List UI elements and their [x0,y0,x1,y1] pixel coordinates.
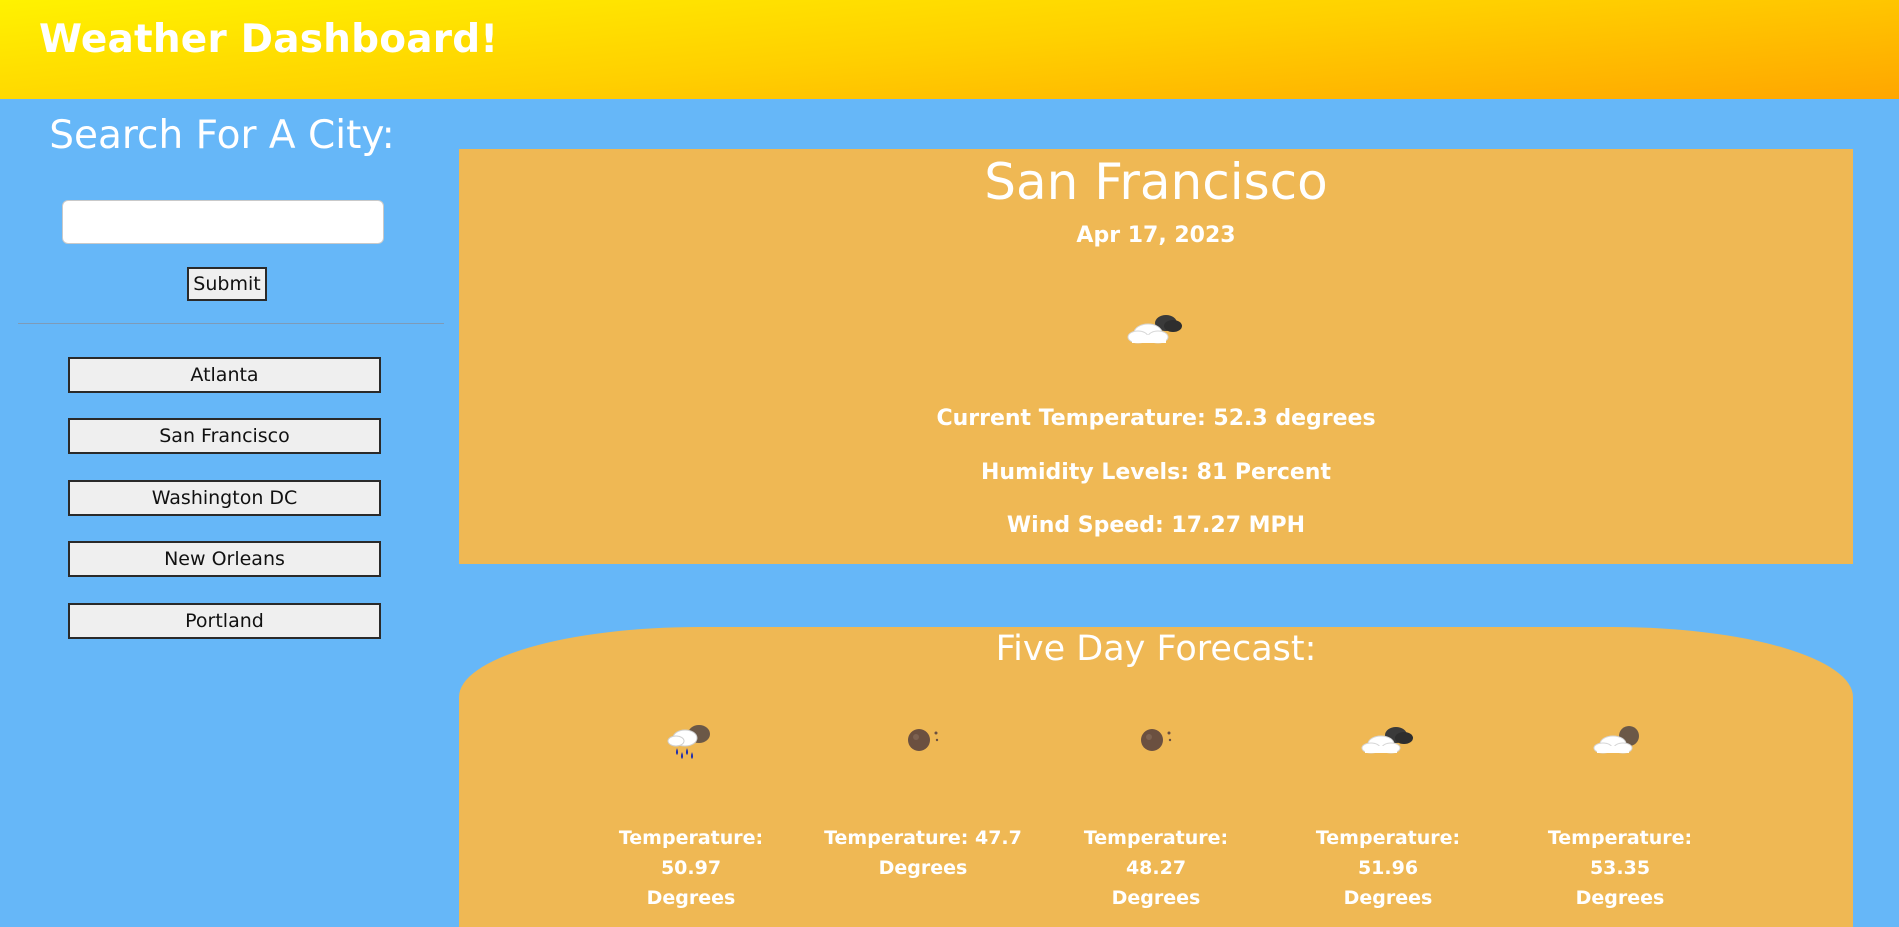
rain-night-icon [667,725,710,759]
city-button-san-francisco[interactable]: San Francisco [68,418,381,454]
partly-cloudy-night-icon [1127,315,1182,344]
forecast-temp-value: Temperature: 47.7 [824,827,1022,849]
partly-cloudy-night-icon [1593,726,1639,754]
forecast-temperature: Temperature: 53.35 Degrees [1520,823,1720,913]
forecast-temperature: Temperature: 51.96 Degrees [1288,823,1488,913]
forecast-temp-value: Temperature: 50.97 [618,827,764,879]
forecast-temperature: Temperature: 48.27 Degrees [1056,823,1256,913]
forecast-temp-unit: Degrees [878,857,968,879]
clear-night-icon [908,729,939,751]
forecast-temperature: Temperature: 50.97 Degrees [591,823,791,913]
city-button-portland[interactable]: Portland [68,603,381,639]
clear-night-icon [1141,729,1172,751]
app-title: Weather Dashboard! [39,17,499,62]
city-button-washington-dc[interactable]: Washington DC [68,480,381,516]
current-temperature: Current Temperature: 52.3 degrees [936,406,1376,431]
forecast-title: Five Day Forecast: [995,629,1317,669]
forecast-temp-value: Temperature: 48.27 [1083,827,1229,879]
city-button-atlanta[interactable]: Atlanta [68,357,381,393]
current-weather-card: San Francisco Apr 17, 2023 Current Tempe… [459,149,1853,564]
cloudy-night-icon [1361,727,1413,754]
city-button-new-orleans[interactable]: New Orleans [68,541,381,577]
current-humidity: Humidity Levels: 81 Percent [981,460,1331,485]
app-header: Weather Dashboard! [0,0,1899,99]
submit-button[interactable]: Submit [187,267,267,301]
current-wind-speed: Wind Speed: 17.27 MPH [1006,513,1306,538]
forecast-temp-value: Temperature: 53.35 [1547,827,1693,879]
current-city-name: San Francisco [984,153,1328,211]
forecast-temperature: Temperature: 47.7 Degrees [823,823,1023,883]
city-search-input[interactable] [62,200,384,244]
current-date: Apr 17, 2023 [1076,223,1236,248]
sidebar-divider [18,323,444,324]
search-title: Search For A City: [49,113,395,158]
forecast-temp-value: Temperature: 51.96 [1315,827,1461,879]
five-day-forecast: Five Day Forecast: Temperature: 50.97 De… [459,627,1853,927]
